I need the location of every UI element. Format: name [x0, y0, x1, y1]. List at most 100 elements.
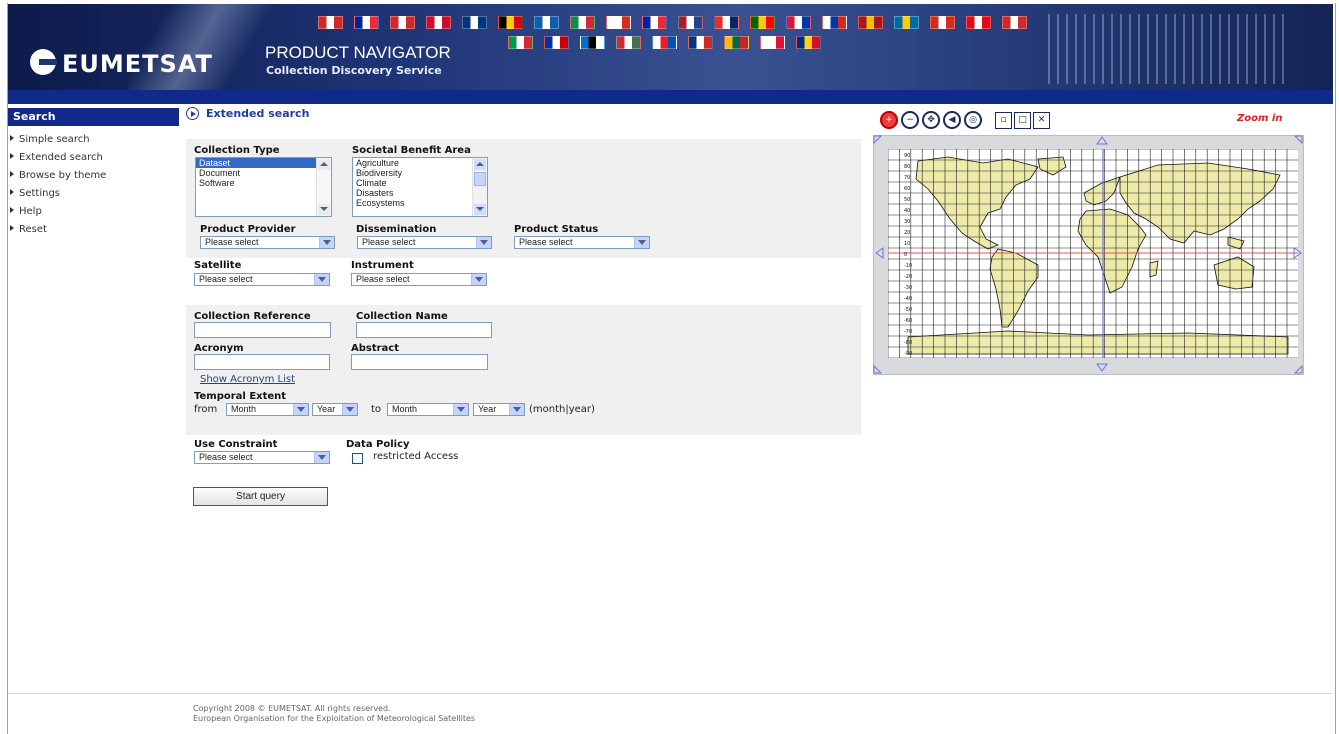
sidebar-item-extended-search[interactable]: Extended search: [10, 149, 106, 167]
scroll-up-icon[interactable]: [318, 159, 330, 170]
collection-name-input[interactable]: [356, 322, 492, 338]
select-value: Please select: [199, 452, 253, 462]
eumetsat-logo-icon[interactable]: [30, 49, 57, 75]
scroll-down-icon[interactable]: [318, 204, 330, 215]
list-option[interactable]: Agriculture: [353, 158, 487, 168]
latitude-label: 40: [904, 208, 910, 214]
show-acronym-list-link[interactable]: Show Acronym List: [200, 374, 295, 385]
sidebar-item-label: Browse by theme: [19, 170, 107, 181]
chevron-down-icon[interactable]: [314, 274, 329, 285]
chevron-down-icon[interactable]: [509, 404, 524, 415]
to-label: to: [371, 404, 382, 415]
sidebar-item-settings[interactable]: Settings: [10, 185, 106, 203]
select-value: Please select: [205, 237, 259, 247]
collection-type-listbox[interactable]: Dataset Document Software: [195, 157, 332, 217]
product-status-select[interactable]: Please select: [514, 236, 650, 249]
use-constraint-select[interactable]: Please select: [194, 451, 330, 464]
sidebar-item-label: Simple search: [19, 134, 90, 145]
instrument-select[interactable]: Please select: [351, 273, 487, 286]
satellite-select[interactable]: Please select: [194, 273, 330, 286]
clear-map-icon[interactable]: ✕: [1033, 111, 1050, 129]
chevron-down-icon[interactable]: [634, 237, 649, 248]
full-extent-icon[interactable]: □: [1014, 111, 1031, 129]
member-flag-icon: [570, 16, 595, 29]
abstract-label: Abstract: [351, 343, 400, 354]
societal-benefit-listbox[interactable]: Agriculture Biodiversity Climate Disaste…: [352, 157, 488, 217]
member-flag-icon: [760, 36, 785, 49]
list-option[interactable]: Climate: [353, 178, 487, 188]
member-flag-icon: [462, 16, 487, 29]
from-label: from: [194, 404, 218, 415]
member-flag-icon: [354, 16, 379, 29]
select-value: Please select: [199, 274, 253, 284]
chevron-down-icon[interactable]: [453, 404, 468, 415]
header-decoration: [1048, 14, 1288, 84]
chevron-down-icon[interactable]: [314, 452, 329, 463]
world-map[interactable]: 90 80 70 60 50 40 30 20 10 0 -10 -20 -30 -40 -50 -60 -70…: [888, 149, 1298, 358]
list-option[interactable]: Ecosystems: [353, 198, 487, 208]
member-flag-icon: [534, 16, 559, 29]
member-flag-icon: [796, 36, 821, 49]
collection-reference-input[interactable]: [194, 322, 331, 338]
sidebar-item-label: Settings: [19, 188, 61, 199]
latitude-label: 60: [904, 186, 910, 192]
sidebar-menu: Simple search Extended search Browse by …: [10, 131, 106, 239]
list-option[interactable]: Dataset: [196, 158, 331, 168]
sidebar-item-browse-by-theme[interactable]: Browse by theme: [10, 167, 106, 185]
zoom-extent-icon[interactable]: ▫: [995, 111, 1012, 129]
acronym-input[interactable]: [194, 354, 330, 370]
chevron-down-icon[interactable]: [319, 237, 334, 248]
organisation-text: European Organisation for the Exploitati…: [193, 714, 476, 723]
scroll-thumb[interactable]: [474, 172, 486, 186]
to-month-select[interactable]: Month: [387, 403, 469, 416]
arrow-right-icon: [10, 171, 14, 177]
listbox-scrollbar[interactable]: [316, 158, 331, 216]
arrow-right-icon: [10, 207, 14, 213]
restricted-access-label: restricted Access: [373, 451, 459, 462]
arrow-right-icon: [10, 189, 14, 195]
member-flag-icon: [616, 36, 641, 49]
list-option[interactable]: Biodiversity: [353, 168, 487, 178]
globe-icon[interactable]: ◎: [964, 111, 982, 129]
latitude-label: 0: [904, 252, 907, 258]
abstract-input[interactable]: [351, 354, 488, 370]
member-flag-icon: [1002, 16, 1027, 29]
page-title-label: Extended search: [206, 107, 310, 120]
collection-type-label: Collection Type: [194, 145, 280, 156]
chevron-down-icon[interactable]: [342, 404, 357, 415]
select-value: Please select: [356, 274, 410, 284]
pan-icon[interactable]: ✥: [922, 111, 940, 129]
chevron-down-icon[interactable]: [476, 237, 491, 248]
sidebar-item-reset[interactable]: Reset: [10, 221, 106, 239]
member-flag-icon: [688, 36, 713, 49]
list-option[interactable]: Software: [196, 178, 331, 188]
header-bar: [8, 90, 1333, 104]
from-year-select[interactable]: Year: [312, 403, 358, 416]
eumetsat-logo-text[interactable]: EUMETSAT: [62, 50, 213, 78]
start-query-button[interactable]: Start query: [193, 487, 328, 506]
chevron-down-icon[interactable]: [471, 274, 486, 285]
zoom-in-icon[interactable]: +: [880, 111, 898, 129]
sidebar-item-simple-search[interactable]: Simple search: [10, 131, 106, 149]
date-format-hint: (month|year): [529, 404, 595, 415]
restricted-access-checkbox[interactable]: [352, 453, 363, 464]
product-provider-select[interactable]: Please select: [200, 236, 335, 249]
list-option[interactable]: Document: [196, 168, 331, 178]
listbox-scrollbar[interactable]: [472, 158, 487, 216]
scroll-up-icon[interactable]: [474, 159, 486, 170]
zoom-out-icon[interactable]: −: [901, 111, 919, 129]
chevron-down-icon[interactable]: [293, 404, 308, 415]
collection-name-label: Collection Name: [356, 311, 448, 322]
back-icon[interactable]: ◀: [943, 111, 961, 129]
use-constraint-label: Use Constraint: [194, 439, 278, 450]
select-value: Month: [392, 404, 418, 414]
to-year-select[interactable]: Year: [473, 403, 525, 416]
select-value: Please select: [519, 237, 573, 247]
sidebar-item-help[interactable]: Help: [10, 203, 106, 221]
dissemination-select[interactable]: Please select: [357, 236, 492, 249]
acronym-label: Acronym: [194, 343, 244, 354]
scroll-down-icon[interactable]: [474, 204, 486, 215]
select-value: Year: [478, 404, 497, 414]
from-month-select[interactable]: Month: [226, 403, 309, 416]
list-option[interactable]: Disasters: [353, 188, 487, 198]
